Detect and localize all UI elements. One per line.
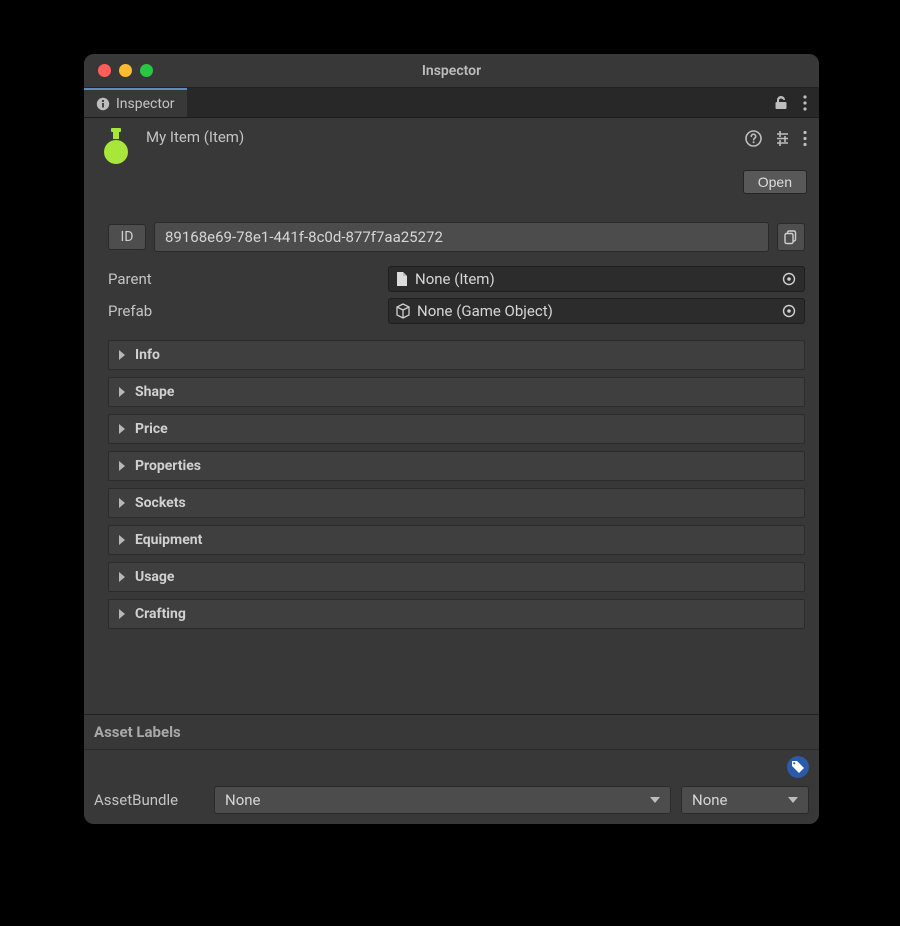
- inspector-body: ID 89168e69-78e1-441f-8c0d-877f7aa25272 …: [84, 204, 819, 714]
- asset-bundle-label: AssetBundle: [94, 791, 204, 809]
- parent-label: Parent: [108, 270, 388, 288]
- foldout-list: Info Shape Price Properties Sockets Equipment…: [108, 340, 805, 629]
- foldout-equipment[interactable]: Equipment: [108, 525, 805, 555]
- id-row: ID 89168e69-78e1-441f-8c0d-877f7aa25272: [108, 222, 805, 252]
- component-menu-icon[interactable]: [803, 130, 807, 147]
- chevron-right-icon: [119, 461, 125, 471]
- parent-row: Parent None (Item): [108, 266, 805, 292]
- asset-labels-header: Asset Labels: [84, 715, 819, 750]
- tab-strip: Inspector: [84, 88, 819, 118]
- foldout-properties[interactable]: Properties: [108, 451, 805, 481]
- chevron-down-icon: [788, 797, 798, 803]
- tab-menu-icon[interactable]: [803, 95, 807, 111]
- cube-icon: [395, 303, 411, 319]
- window-zoom-button[interactable]: [140, 64, 153, 77]
- traffic-lights: [98, 64, 153, 77]
- foldout-label: Crafting: [135, 606, 186, 622]
- foldout-label: Price: [135, 421, 168, 437]
- tag-icon: [791, 760, 805, 774]
- foldout-label: Usage: [135, 569, 174, 585]
- add-label-button[interactable]: [787, 756, 809, 778]
- asset-bundle-dropdown[interactable]: None: [214, 786, 671, 814]
- foldout-label: Properties: [135, 458, 201, 474]
- chevron-right-icon: [119, 387, 125, 397]
- prefab-label: Prefab: [108, 302, 388, 320]
- chevron-right-icon: [119, 350, 125, 360]
- id-value[interactable]: 89168e69-78e1-441f-8c0d-877f7aa25272: [154, 222, 769, 252]
- prefab-value: None (Game Object): [417, 302, 774, 320]
- object-picker-icon[interactable]: [780, 302, 798, 320]
- lock-icon[interactable]: [773, 95, 789, 111]
- asset-title: My Item (Item): [146, 126, 735, 146]
- foldout-label: Shape: [135, 384, 174, 400]
- parent-field[interactable]: None (Item): [388, 266, 805, 292]
- prefab-field[interactable]: None (Game Object): [388, 298, 805, 324]
- asset-bundle-row: AssetBundle None None: [84, 782, 819, 824]
- foldout-sockets[interactable]: Sockets: [108, 488, 805, 518]
- chevron-right-icon: [119, 535, 125, 545]
- window-minimize-button[interactable]: [119, 64, 132, 77]
- inspector-window: Inspector Inspector: [84, 54, 819, 824]
- object-picker-icon[interactable]: [780, 270, 798, 288]
- id-label: ID: [108, 224, 146, 250]
- parent-value: None (Item): [415, 270, 774, 288]
- chevron-right-icon: [119, 609, 125, 619]
- tab-inspector[interactable]: Inspector: [84, 88, 187, 117]
- copy-id-button[interactable]: [777, 223, 805, 251]
- asset-bundle-variant-value: None: [692, 791, 728, 809]
- chevron-down-icon: [650, 797, 660, 803]
- help-icon[interactable]: [745, 130, 762, 147]
- window-titlebar: Inspector: [84, 54, 819, 88]
- chevron-right-icon: [119, 572, 125, 582]
- tab-label: Inspector: [116, 96, 175, 112]
- asset-bundle-variant-dropdown[interactable]: None: [681, 786, 809, 814]
- presets-icon[interactable]: [774, 130, 791, 147]
- foldout-price[interactable]: Price: [108, 414, 805, 444]
- foldout-usage[interactable]: Usage: [108, 562, 805, 592]
- foldout-label: Sockets: [135, 495, 186, 511]
- window-close-button[interactable]: [98, 64, 111, 77]
- prefab-row: Prefab None (Game Object): [108, 298, 805, 324]
- asset-header: My Item (Item): [84, 118, 819, 170]
- chevron-right-icon: [119, 498, 125, 508]
- foldout-crafting[interactable]: Crafting: [108, 599, 805, 629]
- asset-thumbnail: [96, 126, 136, 166]
- potion-icon: [99, 127, 133, 165]
- window-title: Inspector: [84, 63, 819, 79]
- foldout-shape[interactable]: Shape: [108, 377, 805, 407]
- foldout-info[interactable]: Info: [108, 340, 805, 370]
- chevron-right-icon: [119, 424, 125, 434]
- open-button[interactable]: Open: [743, 170, 807, 194]
- document-icon: [395, 271, 409, 287]
- foldout-label: Equipment: [135, 532, 202, 548]
- asset-bundle-value: None: [225, 791, 261, 809]
- info-icon: [96, 97, 110, 111]
- foldout-label: Info: [135, 347, 160, 363]
- inspector-footer: Asset Labels AssetBundle None None: [84, 714, 819, 824]
- copy-icon: [783, 229, 799, 245]
